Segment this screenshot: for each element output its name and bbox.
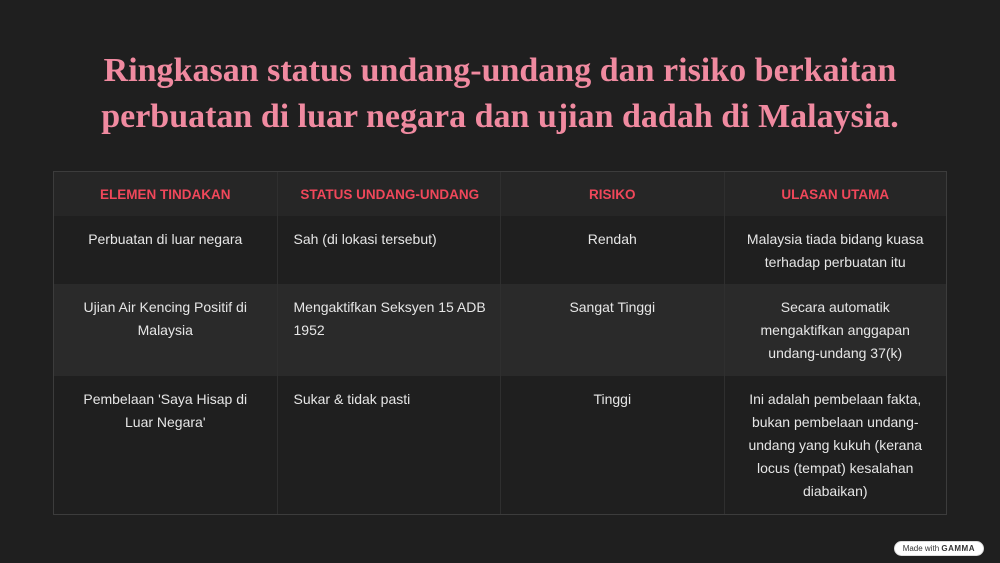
cell-risiko: Tinggi [501,376,725,514]
header-ulasan-utama: ULASAN UTAMA [781,187,890,202]
gamma-logo: GAMMA [941,544,975,553]
cell-ulasan: Ini adalah pembelaan fakta, bukan pembel… [748,391,923,499]
cell-elemen: Ujian Air Kencing Positif di Malaysia [54,284,278,376]
table-row: Perbuatan di luar negara Sah (di lokasi … [54,216,946,284]
cell-elemen: Perbuatan di luar negara [54,216,278,284]
cell-status: Sukar & tidak pasti [278,376,501,514]
summary-table: ELEMEN TINDAKAN STATUS UNDANG-UNDANG RIS… [53,171,947,515]
badge-prefix: Made with [902,544,940,553]
cell-ulasan: Malaysia tiada bidang kuasa terhadap per… [746,231,924,270]
header-elemen-tindakan: ELEMEN TINDAKAN [54,172,278,216]
page-title: Ringkasan status undang-undang dan risik… [101,52,899,135]
cell-ulasan: Secara automatik mengaktifkan anggapan u… [760,299,910,361]
cell-risiko: Rendah [501,216,725,284]
header-risiko: RISIKO [501,172,725,216]
header-status-undang-undang: STATUS UNDANG-UNDANG [278,172,501,216]
cell-status: Sah (di lokasi tersebut) [278,216,501,284]
cell-status: Mengaktifkan Seksyen 15 ADB 1952 [278,284,501,376]
table-row: Pembelaan 'Saya Hisap di Luar Negara' Su… [54,376,946,514]
made-with-gamma-badge[interactable]: Made with GAMMA [893,541,984,556]
cell-risiko: Sangat Tinggi [501,284,725,376]
table-header-row: ELEMEN TINDAKAN STATUS UNDANG-UNDANG RIS… [54,172,946,216]
cell-elemen: Pembelaan 'Saya Hisap di Luar Negara' [54,376,278,514]
table-row: Ujian Air Kencing Positif di Malaysia Me… [54,284,946,376]
